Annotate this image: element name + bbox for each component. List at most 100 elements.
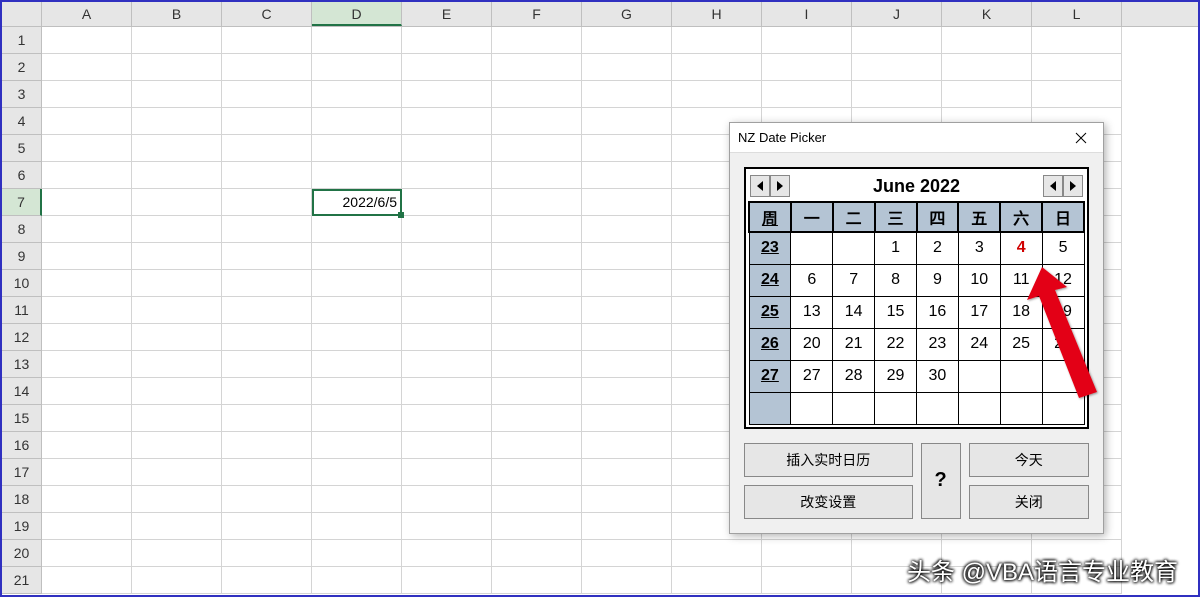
row-header[interactable]: 8	[2, 216, 42, 243]
cell[interactable]	[132, 27, 222, 54]
cell[interactable]	[312, 378, 402, 405]
cell[interactable]	[492, 513, 582, 540]
cell[interactable]	[222, 216, 312, 243]
cell[interactable]	[582, 135, 672, 162]
cell[interactable]	[312, 162, 402, 189]
calendar-day[interactable]: 24	[958, 328, 1000, 360]
cell[interactable]	[42, 135, 132, 162]
cell[interactable]	[402, 540, 492, 567]
cell[interactable]	[402, 297, 492, 324]
row-header[interactable]: 12	[2, 324, 42, 351]
column-header[interactable]: F	[492, 2, 582, 26]
cell[interactable]	[312, 108, 402, 135]
calendar-day[interactable]: 18	[1000, 296, 1042, 328]
cell[interactable]	[222, 432, 312, 459]
cell[interactable]	[42, 243, 132, 270]
cell[interactable]	[222, 108, 312, 135]
cell[interactable]	[312, 459, 402, 486]
cell[interactable]	[492, 351, 582, 378]
cell[interactable]	[222, 54, 312, 81]
column-header[interactable]: D	[312, 2, 402, 26]
cell[interactable]	[582, 459, 672, 486]
calendar-day[interactable]: 23	[917, 328, 959, 360]
calendar-day[interactable]: 22	[875, 328, 917, 360]
cell[interactable]	[582, 486, 672, 513]
cell[interactable]	[582, 513, 672, 540]
cell[interactable]	[492, 567, 582, 594]
cell[interactable]	[582, 405, 672, 432]
row-header[interactable]: 15	[2, 405, 42, 432]
cell[interactable]	[312, 324, 402, 351]
cell[interactable]	[402, 405, 492, 432]
row-header[interactable]: 18	[2, 486, 42, 513]
cell[interactable]	[492, 189, 582, 216]
cell[interactable]	[942, 567, 1032, 594]
cell[interactable]	[42, 513, 132, 540]
cell[interactable]	[852, 540, 942, 567]
cell[interactable]	[762, 567, 852, 594]
cell[interactable]	[852, 27, 942, 54]
calendar-day[interactable]: 3	[958, 232, 1000, 264]
cell[interactable]	[312, 81, 402, 108]
cell[interactable]	[312, 243, 402, 270]
cell[interactable]	[492, 297, 582, 324]
calendar-day[interactable]: 25	[1000, 328, 1042, 360]
cell[interactable]	[132, 243, 222, 270]
cell[interactable]	[492, 540, 582, 567]
change-settings-button[interactable]: 改变设置	[744, 485, 913, 519]
cell[interactable]	[42, 216, 132, 243]
cell[interactable]	[402, 54, 492, 81]
help-button[interactable]: ?	[921, 443, 961, 519]
cell[interactable]	[582, 216, 672, 243]
cell[interactable]	[582, 108, 672, 135]
cell[interactable]	[132, 351, 222, 378]
column-header[interactable]: E	[402, 2, 492, 26]
cell[interactable]	[402, 81, 492, 108]
date-picker-titlebar[interactable]: NZ Date Picker	[730, 123, 1103, 153]
cell[interactable]	[402, 567, 492, 594]
cell[interactable]	[402, 27, 492, 54]
cell[interactable]	[312, 27, 402, 54]
cell[interactable]	[492, 108, 582, 135]
insert-live-calendar-button[interactable]: 插入实时日历	[744, 443, 913, 477]
cell[interactable]	[42, 54, 132, 81]
cell[interactable]	[942, 27, 1032, 54]
cell[interactable]	[492, 216, 582, 243]
column-header[interactable]: C	[222, 2, 312, 26]
cell[interactable]	[942, 54, 1032, 81]
cell[interactable]	[1032, 81, 1122, 108]
cell[interactable]	[582, 324, 672, 351]
cell[interactable]	[222, 270, 312, 297]
calendar-day[interactable]: 6	[791, 264, 833, 296]
cell[interactable]	[402, 162, 492, 189]
calendar-day[interactable]: 17	[958, 296, 1000, 328]
cell[interactable]	[42, 324, 132, 351]
cell[interactable]	[312, 297, 402, 324]
cell[interactable]	[402, 378, 492, 405]
cell[interactable]	[492, 27, 582, 54]
cell[interactable]	[42, 432, 132, 459]
cell[interactable]	[492, 243, 582, 270]
cell[interactable]	[42, 162, 132, 189]
calendar-day[interactable]: 13	[791, 296, 833, 328]
cell[interactable]	[402, 432, 492, 459]
cell[interactable]	[402, 324, 492, 351]
cell[interactable]	[492, 432, 582, 459]
cell[interactable]	[222, 540, 312, 567]
cell[interactable]	[42, 189, 132, 216]
calendar-day[interactable]: 28	[833, 360, 875, 392]
cell[interactable]	[222, 513, 312, 540]
cell[interactable]	[42, 108, 132, 135]
cell[interactable]	[402, 351, 492, 378]
cell[interactable]	[852, 54, 942, 81]
calendar-day[interactable]: 8	[875, 264, 917, 296]
cell[interactable]	[312, 405, 402, 432]
row-header[interactable]: 7	[2, 189, 42, 216]
cell[interactable]	[132, 540, 222, 567]
cell[interactable]	[312, 351, 402, 378]
cell[interactable]	[492, 378, 582, 405]
cell[interactable]	[762, 81, 852, 108]
calendar-day[interactable]: 21	[833, 328, 875, 360]
cell[interactable]	[492, 405, 582, 432]
calendar-day[interactable]: 10	[958, 264, 1000, 296]
